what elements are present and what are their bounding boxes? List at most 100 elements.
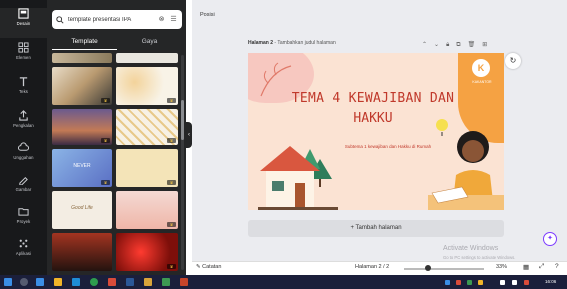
help-icon[interactable]: ? <box>555 263 559 270</box>
rail-item-elemen[interactable]: Elemen <box>0 42 47 72</box>
mail-icon[interactable] <box>72 278 80 286</box>
rail-item-proyek[interactable]: Proyek <box>0 206 47 236</box>
word-icon[interactable] <box>126 278 134 286</box>
zoom-slider[interactable] <box>404 268 484 270</box>
tab-gaya[interactable]: Gaya <box>117 36 182 50</box>
chevron-up-icon[interactable]: ⌃ <box>422 40 427 50</box>
slide-canvas[interactable]: K KAKANTOR TEMA 4 KEWAJIBAN DAN HAKKU Su… <box>248 53 504 210</box>
battery-icon[interactable] <box>524 280 529 285</box>
tray-icon[interactable] <box>445 280 450 285</box>
rail-item-gambar[interactable]: Gambar <box>0 174 47 204</box>
search-query[interactable]: template presentasi IPA <box>68 17 154 23</box>
pro-badge: ♛ <box>167 180 176 185</box>
template-thumb[interactable] <box>52 53 112 63</box>
template-thumb[interactable]: ♛ <box>116 191 178 229</box>
chevron-down-icon[interactable]: ⌄ <box>434 40 439 50</box>
position-button[interactable]: Posisi <box>200 12 215 18</box>
add-page-button[interactable]: + Tambah halaman <box>248 220 504 237</box>
zoom-slider-handle[interactable] <box>425 265 431 271</box>
upload-icon <box>19 110 28 121</box>
add-page-icon[interactable]: ⊞ <box>482 40 487 50</box>
excel-icon[interactable] <box>162 278 170 286</box>
panel-scrollbar[interactable] <box>181 55 184 270</box>
rail-item-teks[interactable]: Teks <box>0 76 47 106</box>
tray-icon[interactable] <box>478 280 483 285</box>
rail-item-label: Elemen <box>16 55 31 60</box>
wifi-icon[interactable] <box>500 280 505 285</box>
volume-icon[interactable] <box>512 280 517 285</box>
filter-icon[interactable]: ☰ <box>169 15 178 24</box>
taskbar-clock[interactable]: 16:06 <box>545 279 556 284</box>
panel-scrollbar-thumb[interactable] <box>181 100 184 140</box>
page-tools: ⌃ ⌄ 🔒︎ ⧉ 🗑︎ ⊞ <box>422 40 487 50</box>
slide-title-line1[interactable]: TEMA 4 KEWAJIBAN DAN <box>278 91 468 106</box>
tray-icon[interactable] <box>467 280 472 285</box>
template-thumb[interactable]: NEVER ♛ <box>52 149 112 187</box>
rail-item-label: Desain <box>16 21 31 26</box>
draw-icon <box>19 176 28 185</box>
chrome-icon[interactable] <box>90 278 98 286</box>
panel-tabs: Template Gaya <box>52 36 182 50</box>
folder-icon <box>18 208 29 216</box>
search-input[interactable]: template presentasi IPA ⊗ ☰ <box>52 10 182 29</box>
zoom-value[interactable]: 33% <box>496 264 507 270</box>
notes-label: Catatan <box>202 264 222 270</box>
app-icon[interactable] <box>108 278 116 286</box>
template-thumb[interactable] <box>116 53 178 63</box>
template-thumb[interactable]: ♛ <box>116 109 178 145</box>
rail-item-unggahan[interactable]: Unggahan <box>0 142 47 172</box>
pro-badge: ♛ <box>101 180 110 185</box>
rail-item-aplikasi[interactable]: Aplikasi <box>0 238 47 268</box>
rail-item-label: Proyek <box>16 219 31 224</box>
rail-item-pengkalan[interactable]: Pengkalan <box>0 110 47 140</box>
app-icon[interactable] <box>144 278 152 286</box>
clear-search-icon[interactable]: ⊗ <box>157 15 166 24</box>
magic-assistant-icon[interactable]: ✦ <box>543 232 557 246</box>
pro-badge: ♛ <box>167 222 176 227</box>
fullscreen-icon[interactable]: ⤢ <box>539 263 544 271</box>
duplicate-icon[interactable]: ⧉ <box>456 40 460 50</box>
apps-grid-icon <box>19 239 28 248</box>
brand-logo-caption: KAKANTOR <box>472 80 492 84</box>
notes-icon: ✎ <box>196 264 201 270</box>
shapes-icon <box>18 42 29 53</box>
template-thumb[interactable]: ♛ <box>52 67 112 105</box>
grid-view-icon[interactable]: ▦ <box>523 263 529 271</box>
task-view-icon[interactable] <box>36 278 44 286</box>
search-icon <box>56 15 64 24</box>
rail-item-label: Pengkalan <box>13 123 34 128</box>
pro-badge: ♛ <box>167 98 176 103</box>
house-illustration-icon <box>258 146 338 210</box>
rail-item-desain[interactable]: Desain <box>0 8 47 38</box>
activate-windows-subtitle: Go to PC settings to activate Windows. <box>443 255 516 260</box>
tab-template[interactable]: Template <box>52 36 117 50</box>
template-thumb[interactable]: ♛ <box>116 149 178 187</box>
page-title-input[interactable]: - Tambahkan judul halaman <box>273 40 335 46</box>
template-thumb[interactable]: Good Life <box>52 191 112 229</box>
pro-badge: ♛ <box>101 138 110 143</box>
template-thumb[interactable]: ♛ <box>52 109 112 145</box>
left-rail: Desain Elemen Teks Pengkalan Unggahan Ga… <box>0 0 47 275</box>
powerpoint-icon[interactable] <box>180 278 188 286</box>
template-thumb[interactable]: ♛ <box>116 67 178 105</box>
brand-logo: K <box>472 59 490 77</box>
refresh-icon[interactable]: ↻ <box>505 53 521 69</box>
rail-item-label: Aplikasi <box>15 251 32 256</box>
template-thumb[interactable] <box>52 233 112 271</box>
rail-item-label: Teks <box>18 89 28 94</box>
trash-icon[interactable]: 🗑︎ <box>468 40 476 50</box>
file-explorer-icon[interactable] <box>54 278 62 286</box>
canva-editor-window: Desain Elemen Teks Pengkalan Unggahan Ga… <box>0 0 567 289</box>
search-taskbar-icon[interactable] <box>20 278 28 286</box>
notes-button[interactable]: ✎ Catatan <box>196 264 221 270</box>
lock-icon[interactable]: 🔒︎ <box>446 40 449 50</box>
tray-icon[interactable] <box>456 280 461 285</box>
template-thumb[interactable]: ♛ <box>116 233 178 271</box>
activate-windows-title: Activate Windows <box>443 245 499 252</box>
layout-icon <box>18 8 29 19</box>
text-icon <box>19 77 28 87</box>
windows-start-icon[interactable] <box>4 278 12 286</box>
page-count-button[interactable]: Halaman 2 / 2 <box>355 264 389 270</box>
template-grid: ♛ ♛ ♛ ♛ NEVER ♛ ♛ Good Life ♛ ♛ <box>52 53 180 273</box>
rail-item-label: Unggahan <box>13 155 34 160</box>
